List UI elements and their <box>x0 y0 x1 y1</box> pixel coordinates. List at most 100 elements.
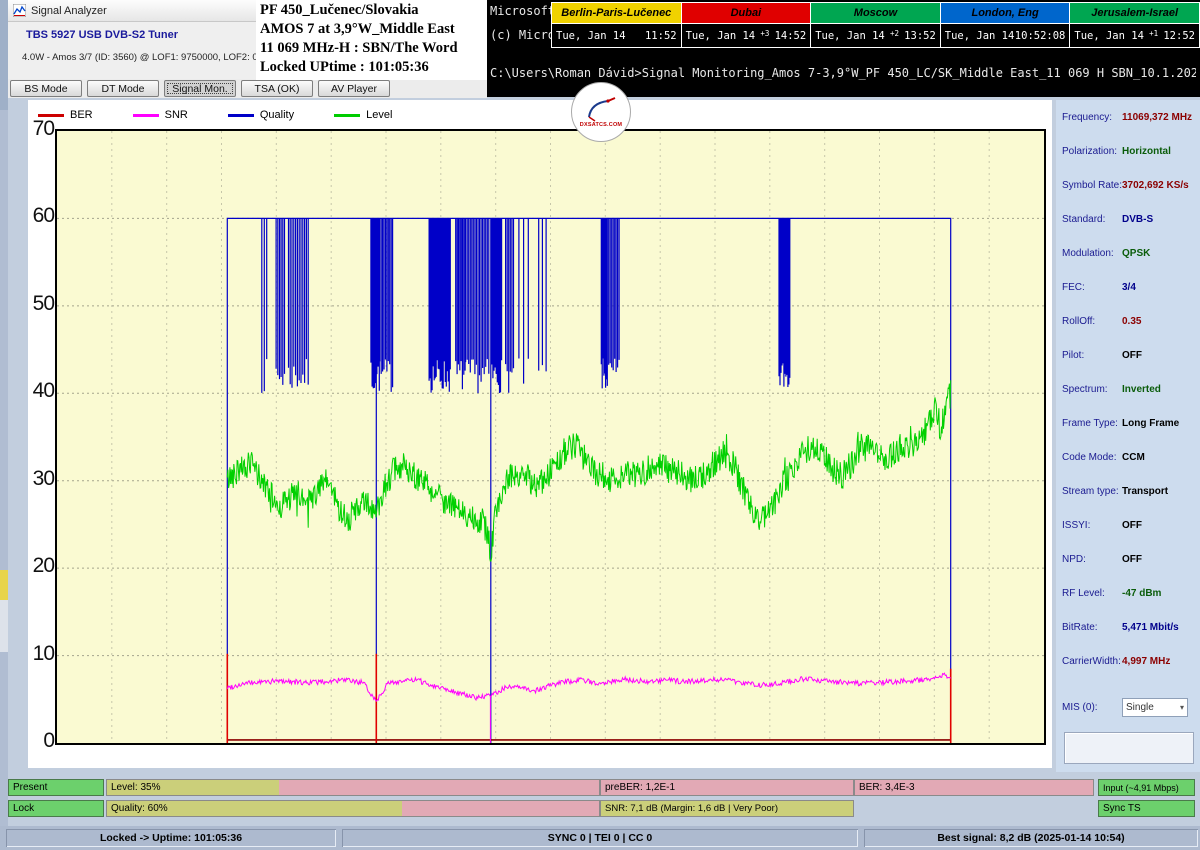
param-row-polarization-: Polarization:Horizontal <box>1062 146 1196 160</box>
info-line: 11 069 MHz-H : SBN/The Word <box>260 39 487 58</box>
preber-label: preBER: 1,2E-1 <box>605 782 675 793</box>
param-row-frequency-: Frequency:11069,372 MHz <box>1062 112 1196 126</box>
input-label: Input (~4,91 Mbps) <box>1103 783 1179 793</box>
y-axis-tick-label: 20 <box>28 555 54 577</box>
clock-city-label: Berlin-Paris-Lučenec <box>552 3 681 24</box>
y-axis-tick-label: 60 <box>28 205 54 227</box>
param-value: Long Frame <box>1122 418 1179 429</box>
param-row-rf-level-: RF Level:-47 dBm <box>1062 588 1196 602</box>
info-line: AMOS 7 at 3,9°W_Middle East <box>260 20 487 39</box>
param-label: ISSYI: <box>1062 520 1090 531</box>
legend-color-swatch <box>133 114 159 117</box>
info-line: PF 450_Lučenec/Slovakia <box>260 1 487 20</box>
param-value: OFF <box>1122 554 1142 565</box>
param-value: 5,471 Mbit/s <box>1122 622 1179 633</box>
toolbar-button-dt-mode[interactable]: DT Mode <box>87 80 159 97</box>
signal-analyzer-app: Signal Analyzer TBS 5927 USB DVB-S2 Tune… <box>0 0 1200 850</box>
param-row-stream-type-: Stream type:Transport <box>1062 486 1196 500</box>
console-prompt-line: C:\Users\Roman Dávid>Signal Monitoring_A… <box>490 66 1196 80</box>
param-row-code-mode-: Code Mode: CCM <box>1062 452 1196 466</box>
param-row-symbol-rate-: Symbol Rate:3702,692 KS/s <box>1062 180 1196 194</box>
signal-chart-panel: BERSNRQualityLevel 706050403020100 <box>28 100 1052 768</box>
mis-row: MIS (0): Single ▾ <box>1062 698 1196 718</box>
param-label: Symbol Rate: <box>1062 180 1122 191</box>
clock-time-row: Tue, Jan 14 11:52 <box>552 24 681 47</box>
param-label: CarrierWidth: <box>1062 656 1121 667</box>
toolbar-button-bs-mode[interactable]: BS Mode <box>10 80 82 97</box>
param-row-issyi-: ISSYI: OFF <box>1062 520 1196 534</box>
param-row-spectrum-: Spectrum:Inverted <box>1062 384 1196 398</box>
panel-footer-box <box>1064 732 1194 764</box>
toolbar-button-tsa-ok-[interactable]: TSA (OK) <box>241 80 313 97</box>
param-label: Code Mode: <box>1062 452 1116 463</box>
ber-bar: BER: 3,4E-3 <box>854 779 1094 796</box>
param-value: DVB-S <box>1122 214 1153 225</box>
param-label: NPD: <box>1062 554 1086 565</box>
y-axis-tick-label: 70 <box>28 118 54 140</box>
clock-city-label: Dubai <box>682 3 811 24</box>
lock-indicator: Lock <box>8 800 104 817</box>
chevron-down-icon: ▾ <box>1180 703 1184 712</box>
clock-berlin-paris-lu-enec: Berlin-Paris-Lučenec Tue, Jan 14 11:52 <box>552 3 682 47</box>
clock-city-label: Jerusalem-Israel <box>1070 3 1199 24</box>
param-row-pilot-: Pilot:OFF <box>1062 350 1196 364</box>
level-progress-bar: Level: 35% <box>106 779 600 796</box>
clock-utc-offset: +1 <box>1149 29 1158 38</box>
legend-item-snr: SNR <box>133 109 188 121</box>
present-indicator: Present <box>8 779 104 796</box>
clock-time-row: Tue, Jan 14+213:52 <box>811 24 940 47</box>
clock-jerusalem-israel: Jerusalem-IsraelTue, Jan 14+112:52 <box>1070 3 1199 47</box>
param-value: CCM <box>1122 452 1145 463</box>
y-axis-labels: 706050403020100 <box>28 100 54 768</box>
legend-color-swatch <box>334 114 360 117</box>
app-icon <box>13 4 26 17</box>
snr-bar: SNR: 7,1 dB (Margin: 1,6 dB | Very Poor) <box>600 800 854 817</box>
y-axis-tick-label: 10 <box>28 643 54 665</box>
left-edge-segment <box>0 0 8 110</box>
param-row-npd-: NPD: OFF <box>1062 554 1196 568</box>
legend-color-swatch <box>228 114 254 117</box>
param-value: Horizontal <box>1122 146 1171 157</box>
toolbar-button-av-player[interactable]: AV Player <box>318 80 390 97</box>
signal-plot[interactable] <box>55 129 1046 745</box>
info-line: Locked UPtime : 101:05:36 <box>260 58 487 77</box>
left-edge-segment <box>0 570 8 600</box>
lock-label: Lock <box>13 803 34 814</box>
sync-ts-indicator: Sync TS <box>1098 800 1195 817</box>
legend-label: SNR <box>165 109 188 121</box>
param-label: RF Level: <box>1062 588 1105 599</box>
param-row-rolloff-: RollOff:0.35 <box>1062 316 1196 330</box>
param-value: OFF <box>1122 520 1142 531</box>
clock-time-row: Tue, Jan 14+314:52 <box>682 24 811 47</box>
clock-time: 13:52 <box>904 30 936 42</box>
legend-item-level: Level <box>334 109 392 121</box>
toolbar-button-signal-mon-[interactable]: Signal Mon. <box>164 80 236 97</box>
clock-utc-offset: +3 <box>760 29 769 38</box>
clock-time-row: Tue, Jan 14+112:52 <box>1070 24 1199 47</box>
clock-date: Tue, Jan 14 <box>556 30 626 42</box>
mis-selected-value: Single <box>1126 702 1154 713</box>
param-label: Frame Type: <box>1062 418 1118 429</box>
param-value: 3702,692 KS/s <box>1122 180 1189 191</box>
clock-city-label: Moscow <box>811 3 940 24</box>
param-row-modulation-: Modulation:QPSK <box>1062 248 1196 262</box>
legend-label: BER <box>70 109 93 121</box>
param-label: Modulation: <box>1062 248 1114 259</box>
window-title-bar[interactable]: Signal Analyzer <box>8 0 256 22</box>
y-axis-tick-label: 0 <box>28 730 54 752</box>
clock-date: Tue, Jan 14 <box>945 30 1015 42</box>
tuner-header: TBS 5927 USB DVB-S2 Tuner 4.0W - Amos 3/… <box>8 22 256 80</box>
clock-dubai: DubaiTue, Jan 14+314:52 <box>682 3 812 47</box>
mis-select[interactable]: Single ▾ <box>1122 698 1188 717</box>
clock-city-label: London, Eng <box>941 3 1070 24</box>
clock-time: 11:52 <box>645 30 677 42</box>
param-label: Pilot: <box>1062 350 1084 361</box>
param-row-carrierwidth-: CarrierWidth:4,997 MHz <box>1062 656 1196 670</box>
param-label: Standard: <box>1062 214 1105 225</box>
param-value: Transport <box>1122 486 1168 497</box>
statusbar-sync: SYNC 0 | TEI 0 | CC 0 <box>342 829 858 847</box>
statusbar-uptime: Locked -> Uptime: 101:05:36 <box>6 829 336 847</box>
preber-bar: preBER: 1,2E-1 <box>600 779 854 796</box>
param-row-fec-: FEC:3/4 <box>1062 282 1196 296</box>
param-label: Stream type: <box>1062 486 1119 497</box>
